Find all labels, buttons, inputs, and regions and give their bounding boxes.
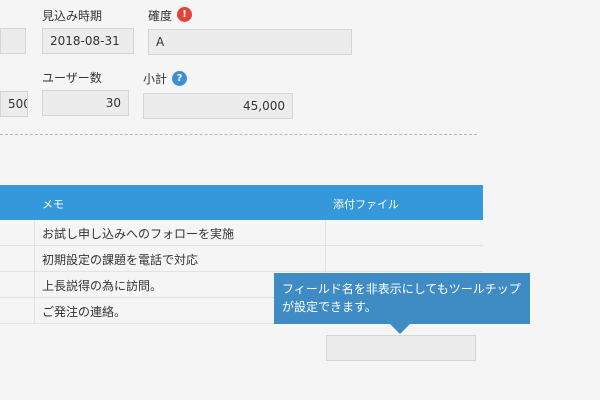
- help-icon[interactable]: ?: [172, 71, 187, 86]
- tooltip-arrow: [390, 324, 410, 334]
- subtotal-field[interactable]: 45,000: [143, 93, 293, 119]
- memo-cell: ご発注の連絡。: [42, 305, 127, 319]
- tooltip-target-field[interactable]: [326, 335, 476, 361]
- tooltip-text-line1: フィールド名を非表示にしてもツールチップ: [282, 282, 521, 296]
- section-divider: [0, 134, 477, 135]
- subtotal-label: 小計: [143, 72, 168, 86]
- expected-date-field[interactable]: 2018-08-31: [42, 28, 134, 54]
- memo-cell: 上長説得の為に訪問。: [42, 279, 163, 293]
- user-count-label: ユーザー数: [42, 71, 102, 85]
- memo-cell: 初期設定の課題を電話で対応: [42, 253, 199, 267]
- partial-field-top-left[interactable]: [0, 28, 26, 54]
- expected-date-label: 見込み時期: [42, 9, 103, 23]
- table-row[interactable]: お試し申し込みへのフォローを実施: [0, 220, 483, 246]
- user-count-field[interactable]: 30: [42, 90, 129, 116]
- unit-price-field-partial[interactable]: 500: [0, 91, 28, 117]
- table-row[interactable]: 初期設定の課題を電話で対応: [0, 246, 483, 272]
- table-header: メモ 添付ファイル: [0, 185, 483, 220]
- certainty-field[interactable]: A: [148, 29, 352, 55]
- required-warning-icon: !: [177, 7, 192, 22]
- memo-column-header: メモ: [42, 198, 64, 211]
- certainty-label: 確度: [148, 9, 173, 23]
- memo-cell: お試し申し込みへのフォローを実施: [42, 227, 235, 241]
- tooltip-text-line2: が設定できます。: [282, 300, 377, 314]
- tooltip: フィールド名を非表示にしてもツールチップ が設定できます。: [274, 273, 530, 324]
- attachment-column-header: 添付ファイル: [333, 198, 399, 211]
